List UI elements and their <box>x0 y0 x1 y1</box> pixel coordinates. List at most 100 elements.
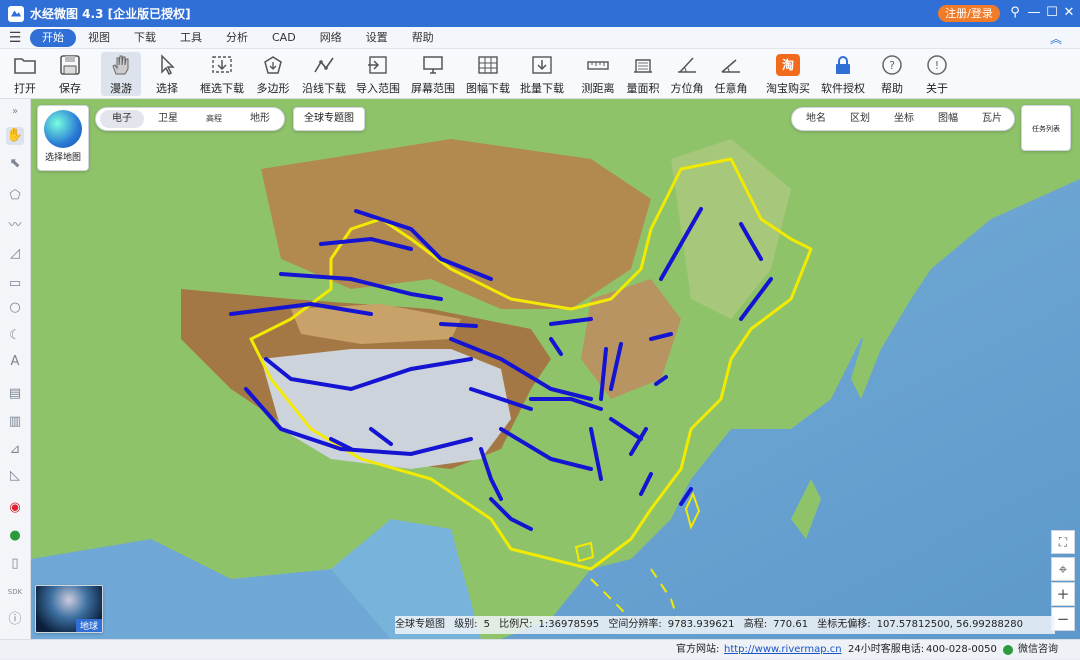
phone-icon[interactable]: ▯ <box>6 555 24 573</box>
global-topic-button[interactable]: 全球专题图 <box>293 107 365 131</box>
screen-range-button[interactable]: 屏幕范围 <box>410 52 456 96</box>
circle-draw-icon[interactable]: ○ <box>6 299 24 317</box>
sheet-download-button[interactable]: 图幅下载▾ <box>464 52 512 108</box>
taobao-buy-button[interactable]: 淘 淘宝购买 <box>765 52 811 96</box>
menu-start[interactable]: 开始 <box>30 28 76 47</box>
box-download-button[interactable]: 框选下载 <box>198 52 246 96</box>
polygon-draw-icon[interactable]: ⬠ <box>6 187 24 205</box>
wechat-icon <box>1003 645 1013 655</box>
title-bar: 水经微图 4.3 [企业版已授权] 注册/登录 ⚲ — ☐ ✕ <box>0 0 1080 27</box>
minimap-label: 地球 <box>75 619 102 632</box>
folder-icon <box>14 58 36 74</box>
ruler-tool-icon[interactable]: ▤ <box>6 385 24 403</box>
map-type-terrain[interactable]: 地形 <box>238 110 282 128</box>
polygon-button[interactable]: 多边形 <box>254 52 292 96</box>
help-circle-icon[interactable]: ⓘ <box>6 611 24 629</box>
svg-text:?: ? <box>889 59 895 72</box>
maximize-button[interactable]: ☐ <box>1043 4 1061 22</box>
layer-toggles: 地名 区划 坐标 图幅 瓦片 <box>791 107 1015 131</box>
layer-tiles[interactable]: 瓦片 <box>972 110 1012 128</box>
save-button[interactable]: 保存 <box>53 52 87 96</box>
login-button[interactable]: 注册/登录 <box>938 5 1000 22</box>
grid-sheet-icon <box>478 56 498 74</box>
about-button[interactable]: ! 关于 <box>921 52 953 96</box>
status-layer: 全球专题图 <box>395 619 445 630</box>
angle-icon <box>721 59 740 73</box>
measure-area-button[interactable]: 量面积 <box>626 52 660 96</box>
terrain-map[interactable] <box>31 99 1080 639</box>
menu-cad[interactable]: CAD <box>260 29 308 47</box>
menu-view[interactable]: 视图 <box>76 29 122 47</box>
layer-placenames[interactable]: 地名 <box>796 110 836 128</box>
taobao-icon: 淘 <box>776 54 800 76</box>
select-arrow-icon[interactable]: ⬉ <box>6 155 24 173</box>
menu-bar: ☰ 开始 视图 下载 工具 分析 CAD 网络 设置 帮助 ︽ <box>0 27 1080 49</box>
swirl-icon[interactable]: ◉ <box>6 499 24 517</box>
import-icon <box>368 56 387 74</box>
expand-sidebar-icon[interactable]: » <box>6 103 24 121</box>
minimize-button[interactable]: — <box>1025 4 1043 22</box>
text-add-icon[interactable]: A <box>6 353 24 371</box>
measure-distance-button[interactable]: 测距离 <box>580 52 616 96</box>
area-tool-icon[interactable]: ▥ <box>6 413 24 431</box>
footer-bar: 官方网站: http://www.rivermap.cn 24小时客服电话: 4… <box>0 639 1080 659</box>
crescent-icon[interactable]: ☾ <box>6 327 24 345</box>
lock-icon <box>836 56 850 74</box>
map-selector[interactable]: 选择地图 <box>37 105 89 171</box>
area-draw-icon[interactable]: ◿ <box>6 245 24 263</box>
menu-tools[interactable]: 工具 <box>168 29 214 47</box>
layer-coordinates[interactable]: 坐标 <box>884 110 924 128</box>
layer-sheets[interactable]: 图幅 <box>928 110 968 128</box>
zoom-in-button[interactable]: + <box>1051 582 1075 606</box>
batch-download-icon <box>532 56 552 74</box>
help-button[interactable]: ? 帮助 <box>876 52 908 96</box>
map-type-elevation[interactable]: 高程 <box>192 110 236 128</box>
map-view[interactable]: 选择地图 电子 卫星 高程 地形 全球专题图 地名 区划 坐标 图幅 瓦片 任务… <box>31 99 1080 639</box>
license-button[interactable]: 软件授权 <box>820 52 866 96</box>
window-title: 水经微图 4.3 [企业版已授权] <box>30 7 191 21</box>
status-scale-label: 比例尺: <box>499 619 533 630</box>
box-download-icon <box>212 56 232 73</box>
menu-network[interactable]: 网络 <box>308 29 354 47</box>
pin-icon[interactable]: ⚲ <box>1006 4 1024 22</box>
pan-hand-icon[interactable]: ✋ <box>6 127 24 145</box>
menu-help[interactable]: 帮助 <box>400 29 446 47</box>
sdk-icon[interactable]: SDK <box>6 583 24 601</box>
menu-download[interactable]: 下载 <box>122 29 168 47</box>
polygon-icon <box>264 56 282 74</box>
open-button[interactable]: 打开▾ <box>8 52 42 108</box>
close-button[interactable]: ✕ <box>1060 4 1078 22</box>
hotline-number: 400-028-0050 <box>926 644 997 655</box>
minimap[interactable]: 地球 <box>35 585 103 633</box>
hamburger-menu-icon[interactable]: ☰ <box>0 30 30 46</box>
task-list-button[interactable]: 任务列表 <box>1021 105 1071 151</box>
map-type-electronic[interactable]: 电子 <box>100 110 144 128</box>
any-angle-button[interactable]: 任意角 <box>714 52 748 96</box>
rectangle-draw-icon[interactable]: ▭ <box>6 275 24 293</box>
menu-analysis[interactable]: 分析 <box>214 29 260 47</box>
collapse-ribbon-icon[interactable]: ︽ <box>1050 30 1062 47</box>
azimuth-button[interactable]: 方位角 <box>670 52 704 96</box>
status-level: 5 <box>483 619 490 630</box>
azimuth-tool-icon[interactable]: ⊿ <box>6 441 24 459</box>
status-scale: 1:36978595 <box>538 619 600 630</box>
pan-button[interactable]: 漫游 <box>101 52 141 96</box>
angle-tool-icon[interactable]: ◺ <box>6 467 24 485</box>
locate-icon[interactable]: ⌖ <box>1051 557 1075 581</box>
map-type-switch: 电子 卫星 高程 地形 <box>95 107 285 131</box>
map-type-satellite[interactable]: 卫星 <box>146 110 190 128</box>
select-button[interactable]: 选择 <box>150 52 184 96</box>
import-range-button[interactable]: 导入范围 <box>355 52 401 96</box>
green-leaf-icon[interactable]: ● <box>6 527 24 545</box>
monitor-icon <box>423 56 443 74</box>
wechat-consult[interactable]: 微信咨询 <box>1018 640 1058 660</box>
site-label: 官方网站: <box>676 644 720 655</box>
batch-download-button[interactable]: 批量下载 <box>520 52 564 96</box>
layer-divisions[interactable]: 区划 <box>840 110 880 128</box>
site-link[interactable]: http://www.rivermap.cn <box>724 640 842 660</box>
fullscreen-icon[interactable]: ⛶ <box>1051 530 1075 554</box>
menu-settings[interactable]: 设置 <box>354 29 400 47</box>
polyline-icon <box>314 57 334 73</box>
line-download-button[interactable]: 沿线下载 <box>300 52 348 96</box>
polyline-draw-icon[interactable]: 〰 <box>6 217 24 235</box>
